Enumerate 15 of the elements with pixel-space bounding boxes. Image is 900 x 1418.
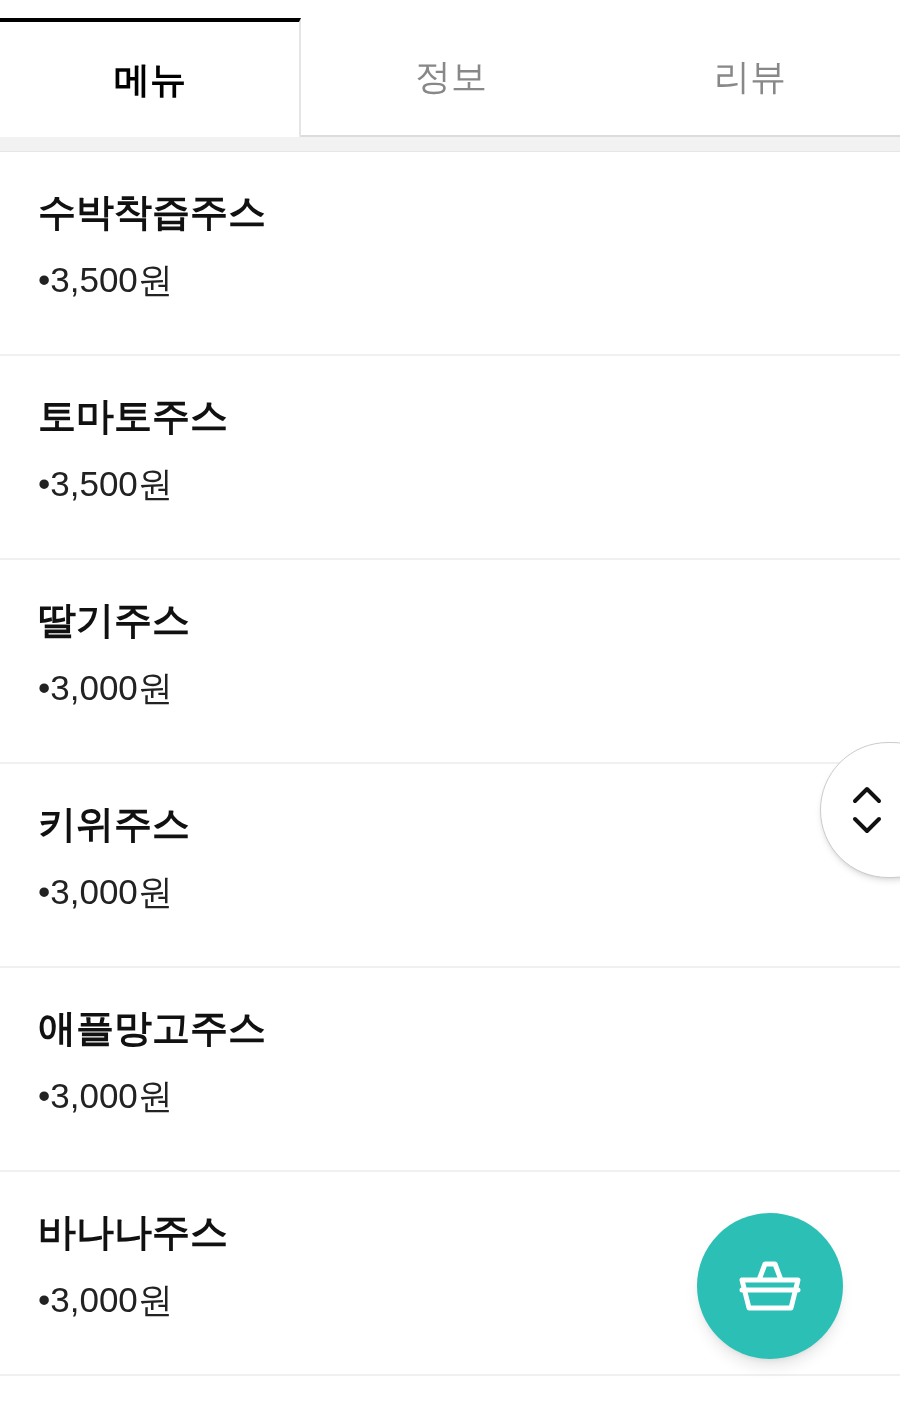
menu-item-name[interactable]: 키위주스 <box>38 800 190 848</box>
menu-item-price: •3,000원 <box>38 1075 173 1117</box>
up-down-chevron-icon <box>851 785 883 835</box>
menu-item-name[interactable]: 토마토주스 <box>38 392 228 440</box>
menu-item-price: •3,500원 <box>38 463 173 505</box>
tab[interactable]: 메뉴 <box>0 18 302 137</box>
menu-item-price: •3,500원 <box>38 259 173 301</box>
menu-item-price: •3,000원 <box>38 1279 173 1321</box>
menu-item-name[interactable]: 바나나주스 <box>38 1208 228 1256</box>
basket-icon <box>739 1260 801 1312</box>
menu-item-price: •3,000원 <box>38 667 173 709</box>
menu-item-name[interactable]: 애플망고주스 <box>38 1004 266 1052</box>
menu-item-price: •3,000원 <box>38 871 173 913</box>
menu-item-name[interactable]: 딸기주스 <box>38 596 190 644</box>
menu-item-name[interactable]: 수박착즙주스 <box>38 188 266 236</box>
